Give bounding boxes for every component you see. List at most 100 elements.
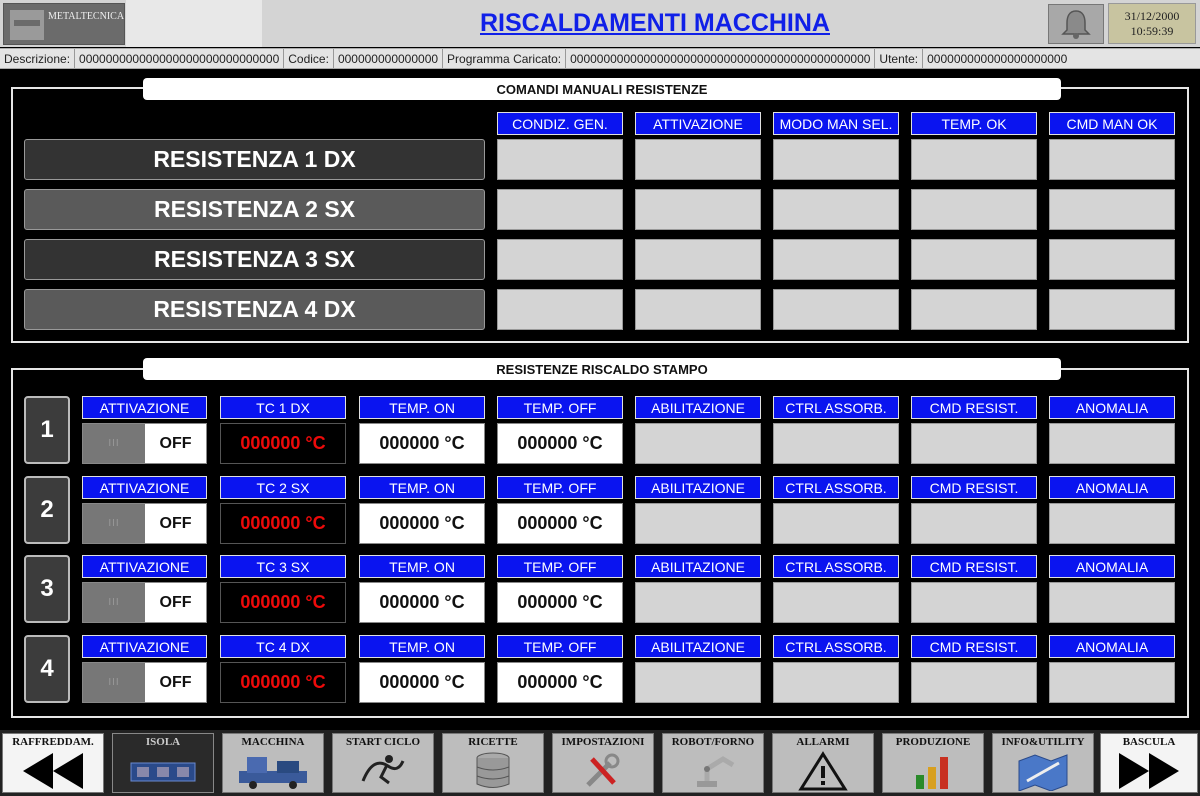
descrizione-label: Descrizione:	[4, 51, 71, 66]
toggle-state: OFF	[159, 514, 192, 532]
ctrl-assorb-indicator	[773, 503, 899, 544]
robot-arm-icon	[697, 756, 735, 787]
manual-status-indicator	[635, 189, 761, 230]
anomalia-indicator	[1049, 503, 1175, 544]
manual-status-indicator	[497, 239, 623, 280]
attivazione-label: ATTIVAZIONE	[82, 555, 207, 578]
col-header-condiz-gen: CONDIZ. GEN.	[497, 112, 623, 135]
tc-value: 000000 °C	[220, 423, 346, 464]
anomalia-label: ANOMALIA	[1049, 476, 1175, 499]
heater-2-number[interactable]: 2	[24, 476, 70, 544]
info-bar: Descrizione: 000000000000000000000000000…	[0, 48, 1200, 69]
machine-icon	[239, 757, 307, 789]
tc-value: 000000 °C	[220, 503, 346, 544]
cmd-resist-label: CMD RESIST.	[911, 555, 1037, 578]
temp-on-input[interactable]: 000000 °C	[359, 423, 485, 464]
heater-2-toggle[interactable]: III OFF	[82, 503, 207, 544]
anomalia-indicator	[1049, 662, 1175, 703]
cmd-resist-indicator	[911, 423, 1037, 464]
nav-label: PRODUZIONE	[895, 736, 971, 748]
anomalia-label: ANOMALIA	[1049, 396, 1175, 419]
temp-on-label: TEMP. ON	[359, 396, 485, 419]
manual-status-indicator	[1049, 189, 1175, 230]
nav-bascula-button[interactable]: BASCULA	[1100, 733, 1198, 793]
col-header-modo-man-sel: MODO MAN SEL.	[773, 112, 899, 135]
time-text: 10:59:39	[1130, 24, 1174, 38]
ctrl-assorb-label: CTRL ASSORB.	[773, 476, 899, 499]
tc-value: 000000 °C	[220, 582, 346, 623]
nav-robot-forno-button[interactable]: ROBOT/FORNO	[662, 733, 764, 793]
temp-on-input[interactable]: 000000 °C	[359, 582, 485, 623]
manual-status-indicator	[911, 289, 1037, 330]
date-time-display: 31/12/2000 10:59:39	[1108, 3, 1196, 44]
heater-4-toggle[interactable]: III OFF	[82, 662, 207, 703]
tc-label: TC 4 DX	[220, 635, 346, 658]
heater-1-toggle[interactable]: III OFF	[82, 423, 207, 464]
warning-icon	[798, 751, 848, 791]
abilitazione-indicator	[635, 582, 761, 623]
temp-on-input[interactable]: 000000 °C	[359, 662, 485, 703]
company-logo: METALTECNICA	[3, 3, 125, 45]
resistenza-1-button[interactable]: RESISTENZA 1 DX	[24, 139, 485, 180]
temp-off-label: TEMP. OFF	[497, 555, 623, 578]
double-left-arrow-icon	[23, 753, 83, 789]
temp-on-label: TEMP. ON	[359, 476, 485, 499]
attivazione-label: ATTIVAZIONE	[82, 635, 207, 658]
tc-label: TC 1 DX	[220, 396, 346, 419]
heater-3-number[interactable]: 3	[24, 555, 70, 623]
nav-label: RICETTE	[468, 736, 518, 748]
abilitazione-label: ABILITAZIONE	[635, 635, 761, 658]
nav-macchina-button[interactable]: MACCHINA	[222, 733, 324, 793]
bar-chart-icon	[916, 757, 948, 789]
double-right-arrow-icon	[1119, 753, 1179, 789]
manual-status-indicator	[497, 139, 623, 180]
temp-off-input[interactable]: 000000 °C	[497, 503, 623, 544]
abilitazione-indicator	[635, 503, 761, 544]
resistenza-4-button[interactable]: RESISTENZA 4 DX	[24, 289, 485, 330]
ctrl-assorb-indicator	[773, 662, 899, 703]
programma-label: Programma Caricato:	[447, 51, 562, 66]
utente-value: 000000000000000000000	[927, 51, 1068, 66]
manual-commands-title: COMANDI MANUALI RESISTENZE	[143, 78, 1061, 100]
manual-status-indicator	[773, 139, 899, 180]
database-icon	[476, 752, 510, 788]
manual-status-indicator	[497, 189, 623, 230]
heater-3-toggle[interactable]: III OFF	[82, 582, 207, 623]
logo-text: METALTECNICA	[48, 11, 125, 22]
nav-ricette-button[interactable]: RICETTE	[442, 733, 544, 793]
ctrl-assorb-indicator	[773, 423, 899, 464]
manual-status-indicator	[911, 189, 1037, 230]
codice-value: 000000000000000	[337, 51, 439, 66]
nav-info-utility-button[interactable]: INFO&UTILITY	[992, 733, 1094, 793]
attivazione-label: ATTIVAZIONE	[82, 476, 207, 499]
nav-raffreddam-button[interactable]: RAFFREDDAM.	[2, 733, 104, 793]
nav-allarmi-button[interactable]: ALLARMI	[772, 733, 874, 793]
manual-status-indicator	[773, 289, 899, 330]
nav-isola-button[interactable]: ISOLA	[112, 733, 214, 793]
temp-on-label: TEMP. ON	[359, 555, 485, 578]
resistenza-3-button[interactable]: RESISTENZA 3 SX	[24, 239, 485, 280]
date-text: 31/12/2000	[1124, 9, 1180, 23]
abilitazione-label: ABILITAZIONE	[635, 555, 761, 578]
tc-label: TC 3 SX	[220, 555, 346, 578]
toggle-knob: III	[83, 504, 145, 543]
temp-off-input[interactable]: 000000 °C	[497, 423, 623, 464]
heater-1-number[interactable]: 1	[24, 396, 70, 464]
nav-label: ALLARMI	[796, 736, 850, 748]
manual-status-indicator	[773, 239, 899, 280]
temp-off-input[interactable]: 000000 °C	[497, 662, 623, 703]
abilitazione-label: ABILITAZIONE	[635, 396, 761, 419]
anomalia-indicator	[1049, 423, 1175, 464]
alarm-bell-button[interactable]	[1048, 4, 1104, 44]
temp-on-input[interactable]: 000000 °C	[359, 503, 485, 544]
cmd-resist-label: CMD RESIST.	[911, 476, 1037, 499]
nav-impostazioni-button[interactable]: IMPOSTAZIONI	[552, 733, 654, 793]
resistenza-2-button[interactable]: RESISTENZA 2 SX	[24, 189, 485, 230]
nav-start-ciclo-button[interactable]: START CICLO	[332, 733, 434, 793]
nav-label: INFO&UTILITY	[1001, 736, 1085, 748]
anomalia-label: ANOMALIA	[1049, 555, 1175, 578]
heater-4-number[interactable]: 4	[24, 635, 70, 703]
mold-heaters-title: RESISTENZE RISCALDO STAMPO	[143, 358, 1061, 380]
nav-produzione-button[interactable]: PRODUZIONE	[882, 733, 984, 793]
temp-off-input[interactable]: 000000 °C	[497, 582, 623, 623]
